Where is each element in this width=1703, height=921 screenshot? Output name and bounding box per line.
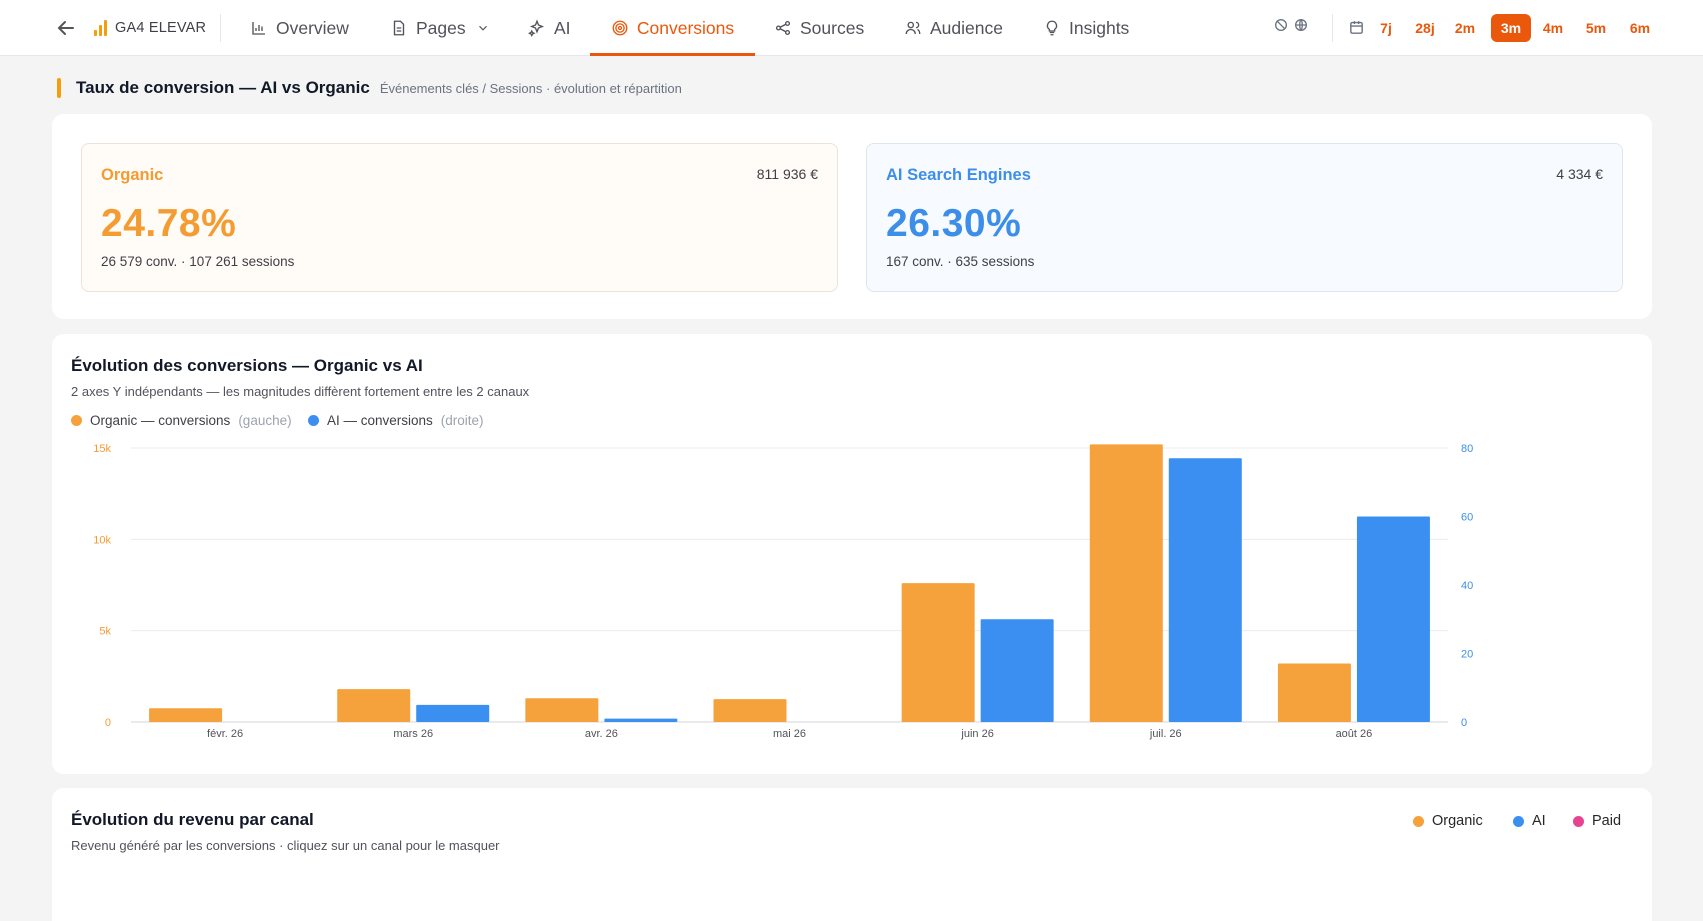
tab-conversions[interactable]: Conversions [590, 0, 755, 56]
organic-bar [525, 698, 599, 722]
y-right-tick-label: 0 [1461, 717, 1467, 729]
tab-audience[interactable]: Audience [904, 0, 1003, 56]
conversions-bar-chart: 0 5k 10k 15k 0 20 40 60 80 févr. 26 mars 26 avr. 26… [93, 443, 1473, 740]
y-right-tick-label: 40 [1461, 580, 1473, 592]
organic-bar [1089, 444, 1163, 722]
sparkles-icon [528, 19, 545, 37]
y-left-tick-label: 0 [105, 717, 111, 729]
top-nav: GA4 ELEVAR Overview Pages AI Conversions… [0, 0, 1703, 56]
legend-label: Organic [1432, 813, 1483, 829]
view-tools [1273, 17, 1309, 33]
nav-divider [220, 14, 221, 42]
legend-label: AI [1532, 813, 1546, 829]
revenue-chart-panel: Évolution du revenu par canal Revenu gén… [52, 788, 1652, 921]
x-tick-label: août 26 [1336, 728, 1373, 740]
share-icon [775, 20, 791, 36]
tab-sources[interactable]: Sources [774, 0, 864, 56]
x-tick-label: juil. 26 [1149, 728, 1182, 740]
legend-swatch-ai [1513, 815, 1524, 827]
section-subtitle: Événements clés / Sessions · évolution e… [379, 80, 682, 96]
y-right-tick-label: 60 [1461, 512, 1473, 524]
ai-bar [1356, 516, 1430, 722]
ai-bar [980, 619, 1054, 722]
y-right-tick-label: 80 [1461, 443, 1473, 455]
tab-label: Sources [800, 17, 865, 38]
revenue-legend-paid[interactable]: Paid [1573, 813, 1621, 829]
organic-conversions-sessions: 26 579 conv. · 107 261 sessions [101, 254, 295, 269]
legend-swatch-organic [1413, 815, 1424, 827]
legend-label: Paid [1592, 813, 1622, 829]
range-7j[interactable]: 7j [1373, 14, 1399, 42]
tab-pages[interactable]: Pages [390, 0, 490, 56]
x-tick-label: mars 26 [393, 728, 433, 740]
document-icon [393, 20, 405, 36]
ai-bar [1168, 458, 1242, 722]
lightbulb-icon [1046, 20, 1058, 36]
y-left-tick-label: 15k [93, 443, 111, 455]
x-tick-label: mai 26 [773, 728, 806, 740]
calendar-icon[interactable] [1348, 19, 1365, 36]
conversions-chart-panel: Évolution des conversions — Organic vs A… [52, 334, 1652, 774]
tab-label: Overview [276, 17, 349, 38]
x-tick-label: juin 26 [960, 728, 993, 740]
range-6m[interactable]: 6m [1624, 14, 1656, 42]
revenue-chart-subtitle: Revenu généré par les conversions · cliq… [71, 838, 500, 853]
brand-name: GA4 ELEVAR [115, 20, 207, 36]
ai-card-title: AI Search Engines [886, 166, 1031, 184]
y-left-tick-label: 5k [99, 626, 111, 638]
x-tick-label: avr. 26 [585, 728, 618, 740]
section-accent-bar [57, 78, 61, 98]
kpi-panel: Organic 811 936 € 24.78% 26 579 conv. · … [52, 114, 1652, 319]
target-icon [612, 20, 628, 36]
organic-revenue: 811 936 € [756, 166, 818, 182]
ai-bar [604, 718, 678, 722]
tab-label: Audience [930, 17, 1003, 38]
organic-bar [1277, 663, 1351, 722]
range-28j[interactable]: 28j [1407, 14, 1443, 42]
organic-kpi-card: Organic 811 936 € 24.78% 26 579 conv. · … [81, 143, 838, 292]
revenue-chart-title: Évolution du revenu par canal [71, 810, 314, 829]
ai-kpi-card: AI Search Engines 4 334 € 26.30% 167 con… [866, 143, 1623, 292]
ai-conversion-rate: 26.30% [886, 202, 1022, 245]
block-icon[interactable] [1273, 17, 1289, 33]
section-header: Taux de conversion — AI vs Organic Événe… [57, 78, 682, 98]
organic-bar [713, 699, 787, 722]
ai-conversions-sessions: 167 conv. · 635 sessions [886, 254, 1035, 269]
tab-label: Insights [1069, 17, 1130, 38]
y-left-tick-label: 10k [93, 534, 111, 546]
ai-revenue: 4 334 € [1556, 166, 1603, 182]
organic-card-title: Organic [101, 166, 164, 184]
ai-bar [416, 704, 490, 722]
nav-divider [1332, 14, 1333, 42]
bar-chart-icon [252, 22, 265, 35]
organic-conversion-rate: 24.78% [101, 202, 237, 245]
x-tick-label: févr. 26 [207, 728, 243, 740]
revenue-legend-organic[interactable]: Organic [1413, 813, 1483, 829]
section-title: Taux de conversion — AI vs Organic [76, 78, 370, 97]
tab-ai[interactable]: AI [528, 0, 571, 56]
analytics-logo-icon [94, 20, 107, 36]
range-3m[interactable]: 3m [1491, 14, 1531, 42]
tab-label: Conversions [636, 17, 735, 38]
globe-icon[interactable] [1293, 17, 1309, 33]
revenue-legend-ai[interactable]: AI [1513, 813, 1546, 829]
organic-bar [149, 708, 223, 722]
tab-insights[interactable]: Insights [1043, 0, 1129, 56]
app-logo[interactable]: GA4 ELEVAR [94, 17, 206, 39]
tab-overview[interactable]: Overview [250, 0, 349, 56]
range-5m[interactable]: 5m [1580, 14, 1612, 42]
tab-label: AI [554, 17, 571, 38]
users-icon [905, 21, 921, 35]
back-arrow-icon[interactable] [54, 16, 78, 40]
organic-bar [901, 583, 975, 722]
y-right-tick-label: 20 [1461, 649, 1473, 661]
tab-label: Pages [416, 17, 466, 38]
range-4m[interactable]: 4m [1537, 14, 1569, 42]
chevron-down-icon [478, 25, 487, 31]
legend-swatch-paid [1573, 815, 1584, 827]
range-2m[interactable]: 2m [1449, 14, 1481, 42]
organic-bar [337, 689, 411, 722]
